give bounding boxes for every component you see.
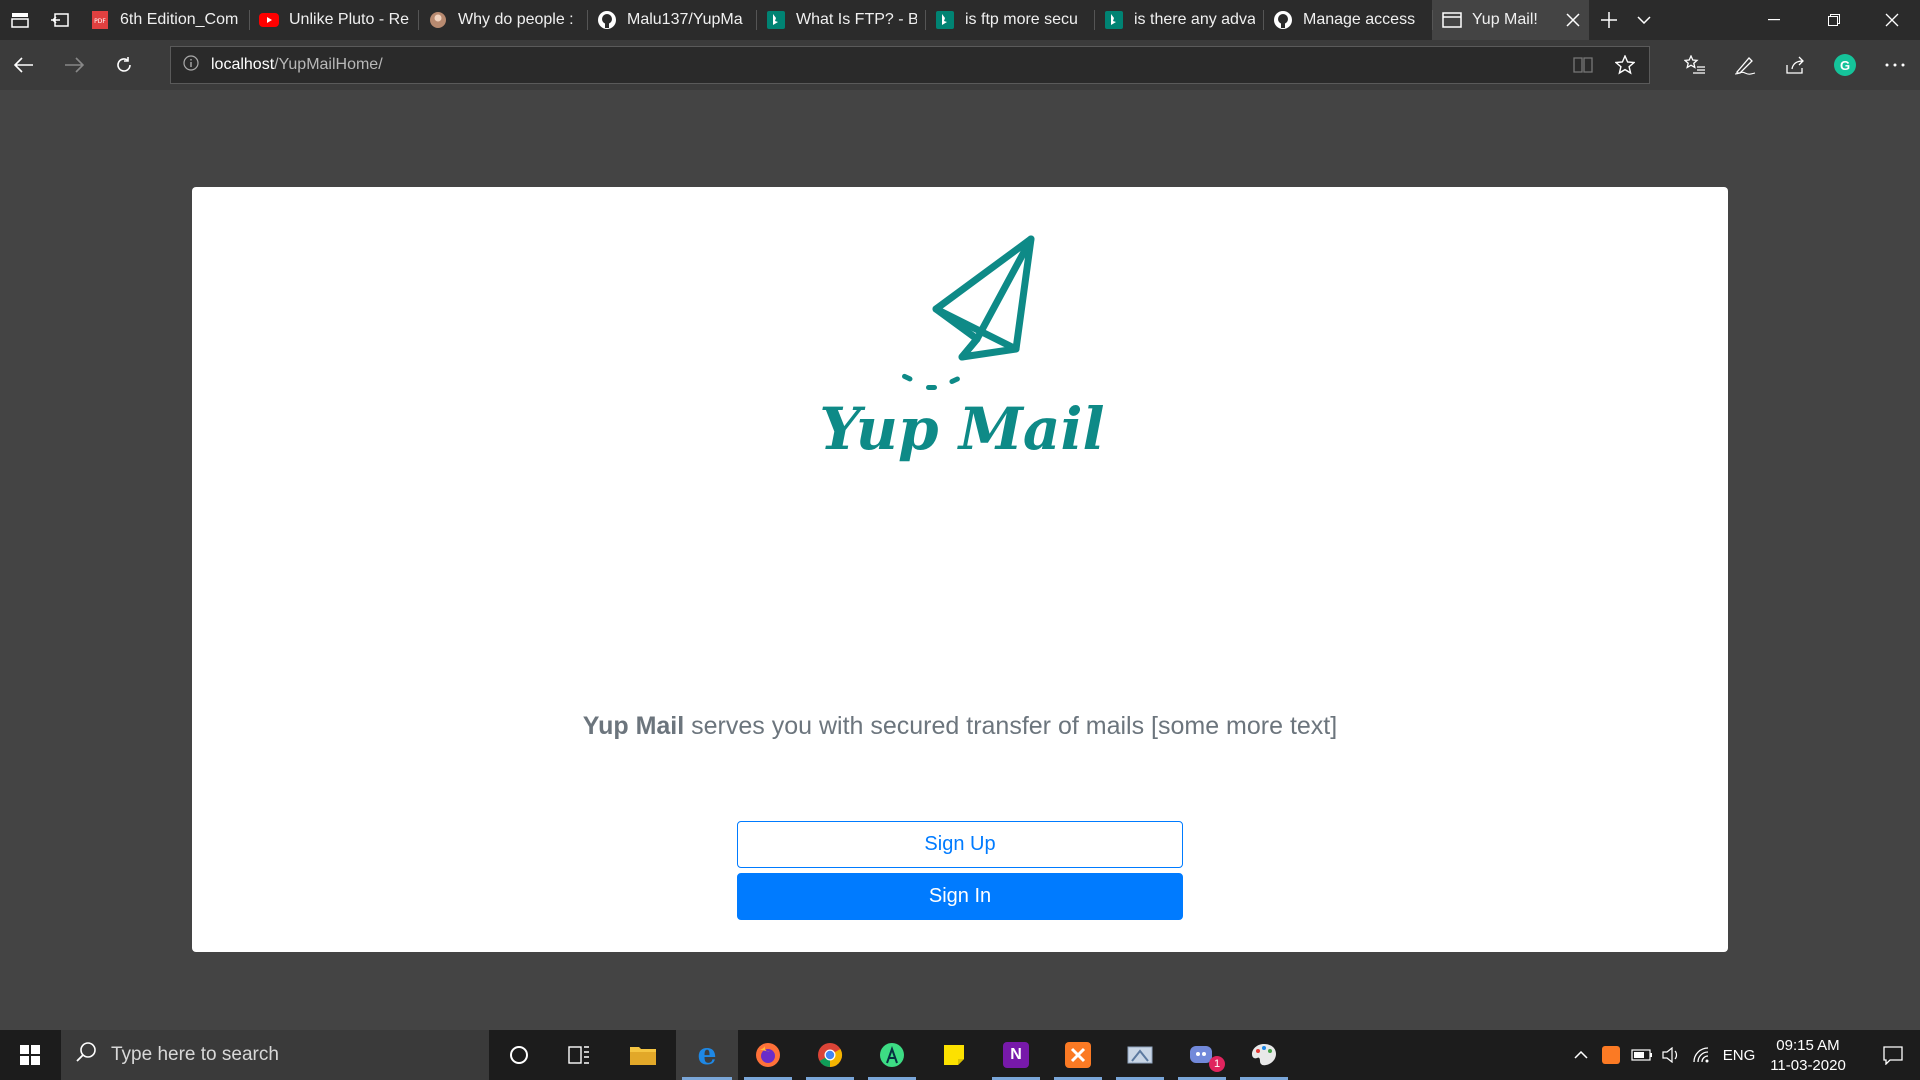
browser-nav-bar: localhost/YupMailHome/ G xyxy=(0,40,1920,90)
xampp-tray-icon[interactable] xyxy=(1598,1030,1624,1080)
battery-icon[interactable] xyxy=(1628,1030,1656,1080)
restore-icon[interactable] xyxy=(1806,0,1862,40)
browser-tab[interactable]: Why do people : xyxy=(418,0,587,40)
system-clock[interactable]: 09:15 AM 11-03-2020 xyxy=(1758,1036,1858,1076)
android-studio-icon[interactable] xyxy=(862,1030,922,1080)
cortana-icon[interactable] xyxy=(489,1030,549,1080)
browser-tab[interactable]: is there any adva xyxy=(1094,0,1263,40)
taskbar-search-box[interactable]: Type here to search xyxy=(61,1030,489,1080)
tab-title: 6th Edition_Com xyxy=(120,11,239,28)
language-indicator[interactable]: ENG xyxy=(1718,1030,1760,1080)
tab-title: Yup Mail! xyxy=(1472,11,1538,28)
url-host: localhost xyxy=(211,56,275,73)
bing-icon xyxy=(1104,10,1124,30)
browser-tab[interactable]: Malu137/YupMa xyxy=(587,0,756,40)
page-viewport: Yup Mail Yup Mail serves you with secure… xyxy=(0,90,1920,1030)
refresh-icon[interactable] xyxy=(104,45,144,85)
onenote-icon[interactable]: N xyxy=(986,1030,1046,1080)
close-window-icon[interactable] xyxy=(1864,0,1920,40)
volume-icon[interactable] xyxy=(1658,1030,1684,1080)
firefox-icon[interactable] xyxy=(738,1030,798,1080)
clock-time: 09:15 AM xyxy=(1776,1037,1840,1054)
paint-icon[interactable] xyxy=(1234,1030,1294,1080)
file-explorer-icon[interactable] xyxy=(613,1030,673,1080)
page-icon xyxy=(1442,10,1462,30)
search-icon xyxy=(75,1041,97,1069)
tab-title: Unlike Pluto - Re xyxy=(289,11,410,28)
more-options-icon[interactable] xyxy=(1875,45,1915,85)
notification-badge: 1 xyxy=(1209,1056,1225,1072)
pdf-icon: PDF xyxy=(90,10,110,30)
address-bar[interactable]: localhost/YupMailHome/ xyxy=(170,46,1650,84)
welcome-card: Yup Mail Yup Mail serves you with secure… xyxy=(192,187,1728,952)
edge-icon[interactable]: e xyxy=(676,1030,738,1080)
browser-tab[interactable]: is ftp more secu xyxy=(925,0,1094,40)
browser-tab-active[interactable]: Yup Mail! xyxy=(1432,0,1589,40)
share-icon[interactable] xyxy=(1775,45,1815,85)
close-tab-icon[interactable] xyxy=(1563,10,1583,30)
avatar-icon xyxy=(428,10,448,30)
url-path: /YupMailHome/ xyxy=(274,56,383,73)
tagline-brand: Yup Mail xyxy=(582,712,685,740)
discord-icon[interactable]: 1 xyxy=(1172,1030,1232,1080)
action-center-icon[interactable] xyxy=(1866,1030,1920,1080)
wifi-icon[interactable] xyxy=(1688,1030,1716,1080)
browser-tab-bar: PDF 6th Edition_Com Unlike Pluto - Re Wh… xyxy=(0,0,1920,40)
snipping-icon[interactable] xyxy=(1110,1030,1170,1080)
tab-preview-chevron-icon[interactable] xyxy=(1629,0,1659,40)
github-icon xyxy=(597,10,617,30)
set-tabs-aside-icon[interactable] xyxy=(40,0,80,40)
yup-mail-logo: Yup Mail xyxy=(812,227,1112,487)
tab-title: is there any adva xyxy=(1134,11,1255,28)
tab-title: is ftp more secu xyxy=(965,11,1078,28)
tab-actions-icon[interactable] xyxy=(0,0,40,40)
sign-up-button[interactable]: Sign Up xyxy=(737,821,1183,868)
bing-icon xyxy=(766,10,786,30)
tab-title: Why do people : xyxy=(458,11,574,28)
browser-tab[interactable]: What Is FTP? - B xyxy=(756,0,925,40)
tagline-text: serves you with secured transfer of mail… xyxy=(684,712,1338,740)
dotted-trail-icon xyxy=(902,373,960,390)
logo-text: Yup Mail xyxy=(819,395,1104,463)
browser-tab[interactable]: Manage access xyxy=(1263,0,1432,40)
sign-in-button[interactable]: Sign In xyxy=(737,873,1183,920)
windows-taskbar: Type here to search e N 1 ENG 09:15 AM 1… xyxy=(0,1030,1920,1080)
minimize-icon[interactable] xyxy=(1746,0,1802,40)
favorites-list-icon[interactable] xyxy=(1675,45,1715,85)
back-icon[interactable] xyxy=(4,45,44,85)
browser-tab[interactable]: PDF 6th Edition_Com xyxy=(80,0,249,40)
bing-icon xyxy=(935,10,955,30)
reading-view-icon[interactable] xyxy=(1573,56,1593,79)
grammarly-icon[interactable]: G xyxy=(1825,45,1865,85)
tagline: Yup Mail serves you with secured transfe… xyxy=(192,712,1728,741)
windows-start-icon[interactable] xyxy=(0,1030,60,1080)
favorite-star-icon[interactable] xyxy=(1614,54,1636,80)
tab-title: Manage access xyxy=(1303,11,1416,28)
new-tab-icon[interactable] xyxy=(1589,0,1629,40)
paper-plane-icon xyxy=(932,235,1035,361)
svg-text:PDF: PDF xyxy=(94,18,106,25)
site-info-icon[interactable] xyxy=(183,54,199,76)
search-placeholder: Type here to search xyxy=(111,1044,279,1065)
chrome-icon[interactable] xyxy=(800,1030,860,1080)
github-icon xyxy=(1273,10,1293,30)
clock-date: 11-03-2020 xyxy=(1770,1057,1846,1074)
xampp-icon[interactable] xyxy=(1048,1030,1108,1080)
forward-icon[interactable] xyxy=(54,45,94,85)
youtube-icon xyxy=(259,10,279,30)
browser-tab[interactable]: Unlike Pluto - Re xyxy=(249,0,418,40)
sticky-notes-icon[interactable] xyxy=(924,1030,984,1080)
show-hidden-icons-chevron-icon[interactable] xyxy=(1568,1030,1594,1080)
tab-title: What Is FTP? - B xyxy=(796,11,917,28)
tab-title: Malu137/YupMa xyxy=(627,11,743,28)
task-view-icon[interactable] xyxy=(549,1030,609,1080)
pen-notes-icon[interactable] xyxy=(1725,45,1765,85)
